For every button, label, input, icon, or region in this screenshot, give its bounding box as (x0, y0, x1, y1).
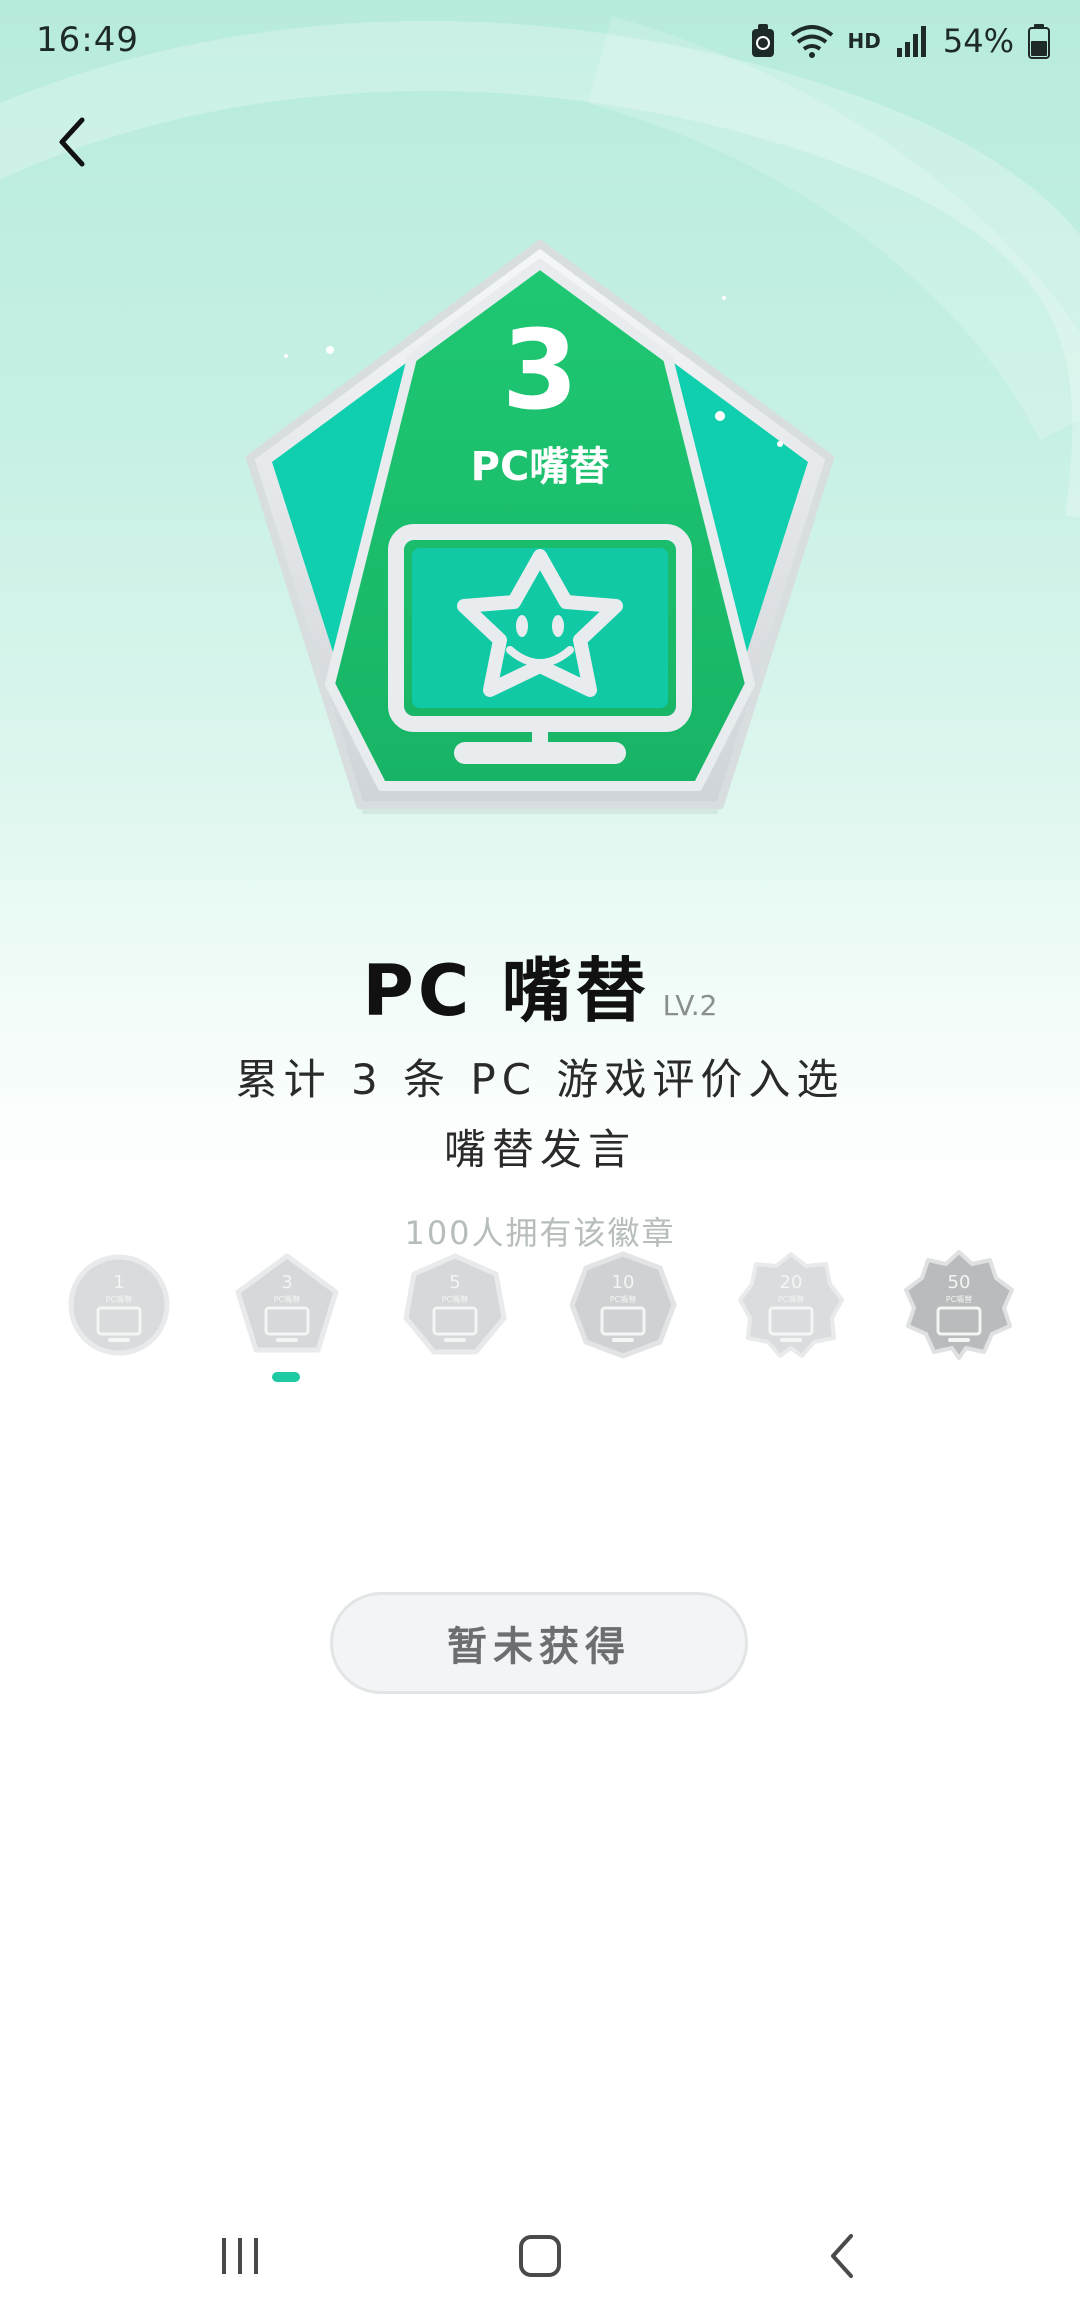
level-badge-icon: 50 PC嘴替 (904, 1250, 1014, 1360)
level-badge-count: 5 (449, 1272, 460, 1293)
home-icon (519, 2235, 561, 2277)
level-badge-20[interactable]: 20 PC嘴替 (736, 1250, 846, 1360)
chevron-left-icon (59, 117, 85, 167)
selected-level-indicator (272, 1372, 300, 1382)
status-icons: HD 54% (750, 18, 1050, 64)
level-badge-3[interactable]: 3 PC嘴替 (232, 1250, 342, 1360)
level-badge-10[interactable]: 10 PC嘴替 (568, 1250, 678, 1360)
level-badge-label: PC嘴替 (946, 1294, 972, 1304)
nav-back-button[interactable] (792, 2216, 892, 2296)
status-bar: 16:49 HD 54% (0, 0, 1080, 84)
level-badge-count: 20 (780, 1272, 803, 1293)
level-badge-1[interactable]: 1 PC嘴替 (64, 1250, 174, 1360)
recent-apps-button[interactable] (190, 2216, 290, 2296)
battery-icon (1028, 24, 1050, 59)
battery-percentage: 54% (942, 22, 1014, 60)
level-badge-50[interactable]: 50 PC嘴替 (904, 1250, 1014, 1360)
not-obtained-button[interactable]: 暂未获得 (330, 1592, 748, 1694)
status-time: 16:49 (36, 20, 139, 60)
level-badge-icon: 1 PC嘴替 (68, 1254, 170, 1356)
level-badge-icon: 5 PC嘴替 (403, 1253, 507, 1355)
wifi-icon (790, 25, 833, 58)
system-navigation-bar (0, 2216, 1080, 2316)
recycle-battery-icon (751, 24, 774, 57)
badge-name: PC嘴替 (471, 444, 610, 490)
network-type-label: HD (847, 29, 881, 53)
back-button[interactable] (40, 106, 104, 178)
level-badge-count: 3 (281, 1272, 292, 1293)
recent-apps-icon (222, 2238, 258, 2274)
level-badge-count: 1 (113, 1272, 124, 1293)
level-badge-label: PC嘴替 (778, 1294, 804, 1304)
level-badge-label: PC嘴替 (442, 1294, 468, 1304)
level-badge-label: PC嘴替 (610, 1294, 636, 1304)
signal-icon (896, 26, 926, 57)
level-badge-5[interactable]: 5 PC嘴替 (400, 1250, 510, 1360)
level-badge-icon: 20 PC嘴替 (738, 1252, 844, 1358)
level-badge-count: 50 (948, 1272, 971, 1293)
badge-level: LV.2 (662, 989, 718, 1022)
level-badge-icon: 3 PC嘴替 (235, 1253, 339, 1353)
level-badge-label: PC嘴替 (106, 1294, 132, 1304)
level-badge-icon: 10 PC嘴替 (569, 1251, 677, 1359)
owners-count: 100人拥有该徽章 (404, 1214, 676, 1252)
badge-count: 3 (502, 306, 579, 434)
badge-description: 累计 3 条 PC 游戏评价入选嘴替发言 (235, 1055, 845, 1174)
badge-title-row: PC 嘴替 LV.2 (0, 935, 1080, 1036)
level-badge-strip: 1 PC嘴替 3 PC嘴替 5 PC嘴替 10 PC嘴替 20 PC嘴替 50 … (0, 1250, 1080, 1370)
badge-title: PC 嘴替 (362, 950, 650, 1032)
level-badge-count: 10 (612, 1272, 635, 1293)
pc-monitor-badge-icon: 3 PC嘴替 (246, 240, 834, 814)
badge-hero: 3 PC嘴替 (220, 230, 860, 850)
nav-back-icon (831, 2234, 853, 2278)
level-badge-label: PC嘴替 (274, 1294, 300, 1304)
home-button[interactable] (490, 2216, 590, 2296)
